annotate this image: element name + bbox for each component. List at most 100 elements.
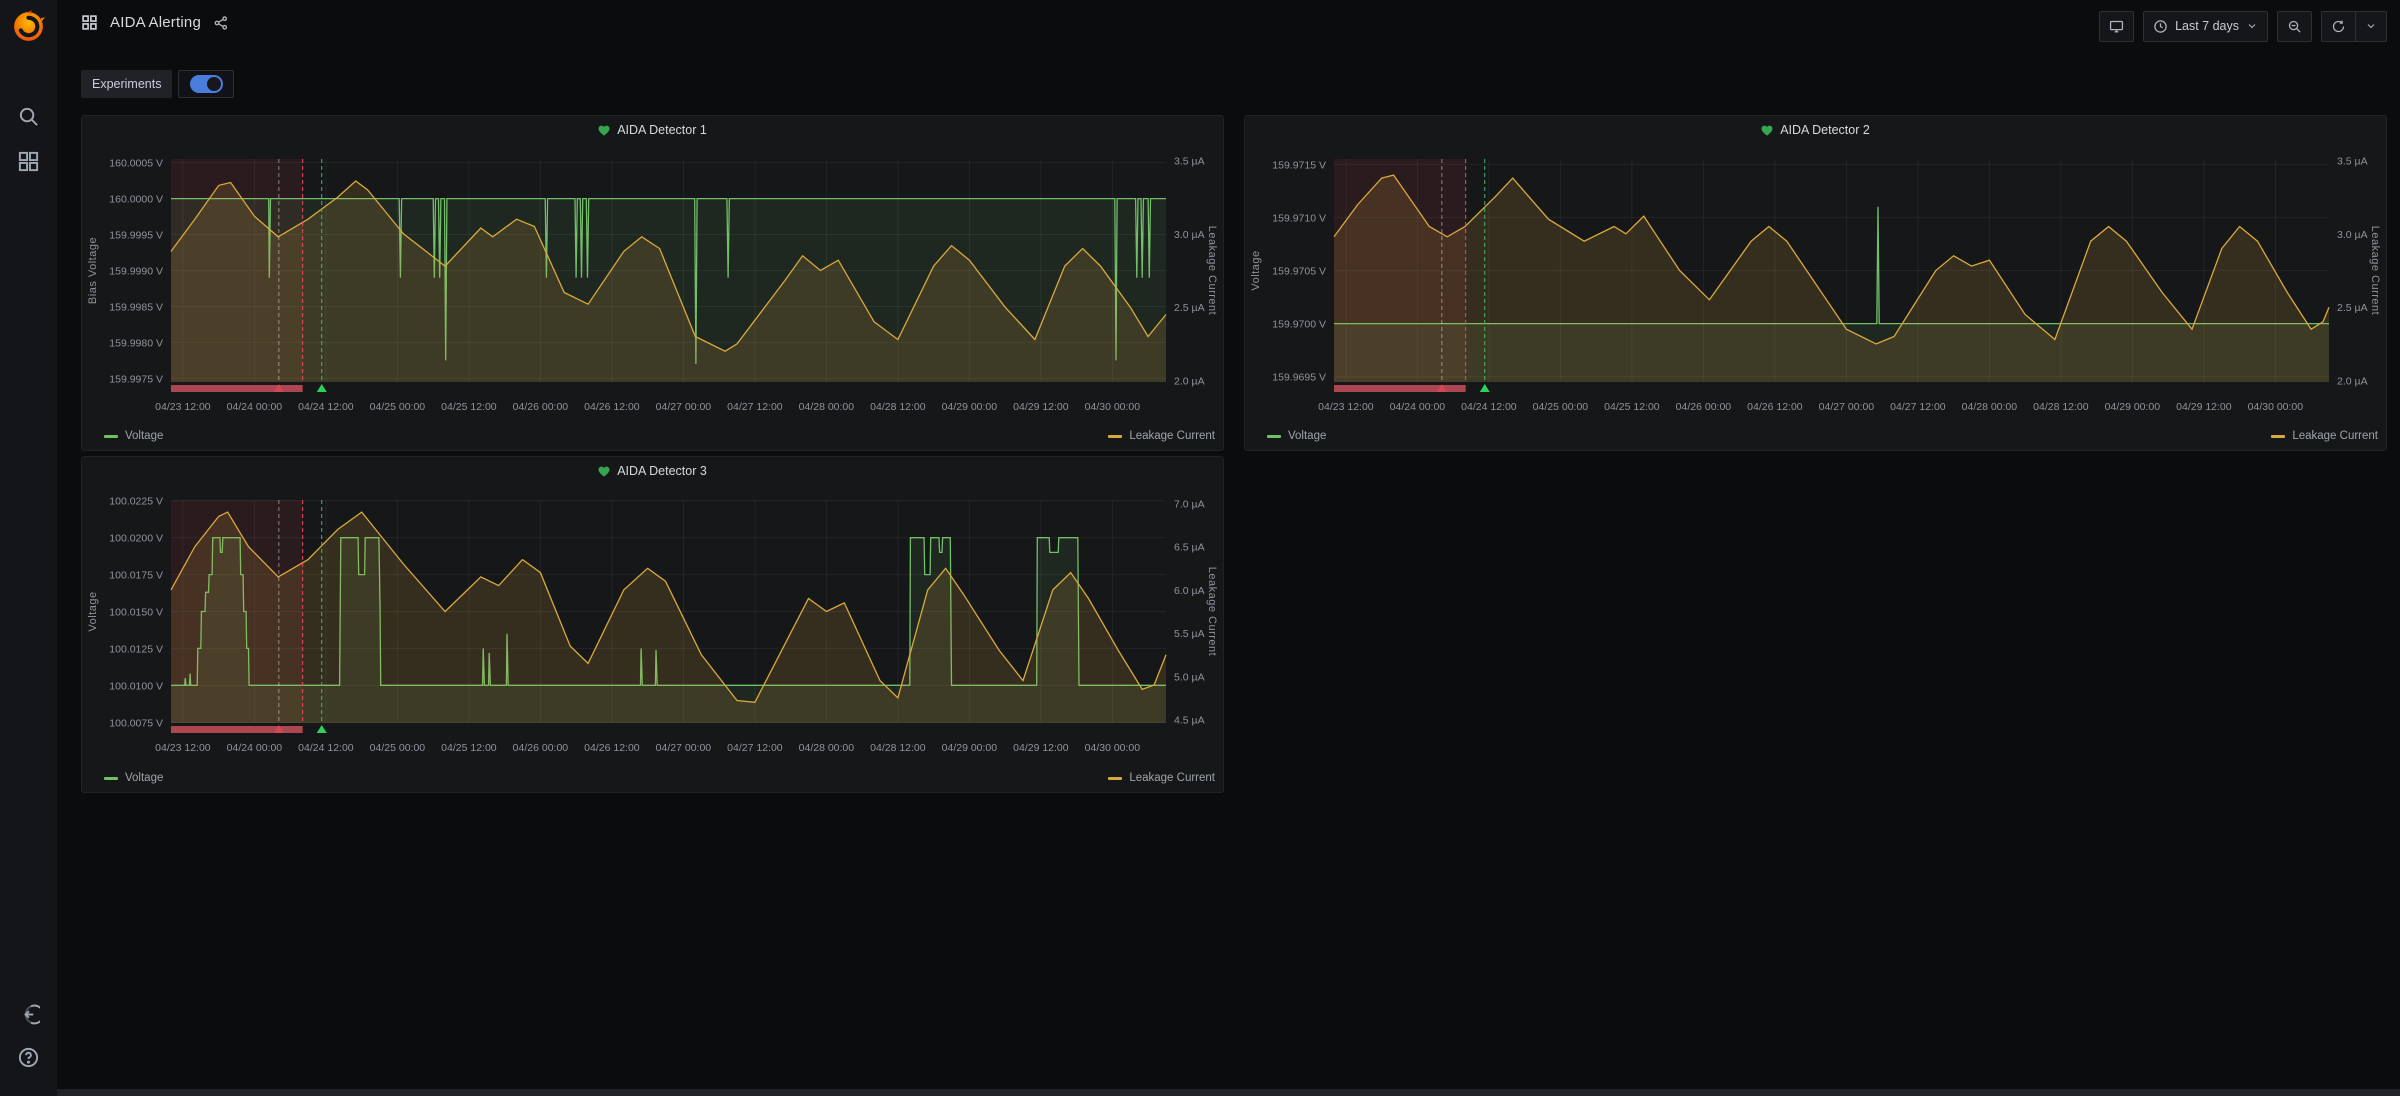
svg-text:04/28 00:00: 04/28 00:00 [799, 742, 855, 754]
svg-text:04/28 12:00: 04/28 12:00 [870, 742, 926, 754]
svg-text:159.9995 V: 159.9995 V [109, 230, 163, 242]
dashboard-header: AIDA Alerting Last 7 days [57, 0, 2400, 55]
legend-item-leakage[interactable]: Leakage Current [1108, 772, 1215, 784]
panel-title-bar[interactable]: AIDA Detector 3 [82, 457, 1223, 485]
time-series-plot[interactable]: 159.9715 V 159.9710 V 159.9705 V 159.9700 V… [1245, 144, 2386, 448]
sign-in-icon[interactable] [17, 1003, 40, 1026]
svg-text:04/26 12:00: 04/26 12:00 [1747, 401, 1803, 413]
chevron-down-icon [2248, 24, 2256, 29]
svg-text:04/29 00:00: 04/29 00:00 [942, 742, 998, 754]
svg-text:04/26 00:00: 04/26 00:00 [1676, 401, 1732, 413]
svg-text:3.0 µA: 3.0 µA [1174, 229, 1205, 241]
svg-text:2.5 µA: 2.5 µA [1174, 302, 1205, 314]
leakage-series-fill [171, 512, 1166, 723]
legend-label: Voltage [125, 772, 164, 784]
grafana-logo[interactable] [10, 8, 47, 45]
svg-text:04/28 12:00: 04/28 12:00 [870, 401, 926, 413]
svg-text:159.9990 V: 159.9990 V [109, 266, 163, 278]
time-series-plot[interactable]: 160.0005 V 160.0000 V 159.9995 V 159.9990 V… [82, 144, 1223, 448]
horizontal-scrollbar[interactable] [0, 1089, 2400, 1096]
legend-item-leakage[interactable]: Leakage Current [1108, 430, 1215, 442]
panel-title-bar[interactable]: AIDA Detector 2 [1245, 116, 2386, 144]
share-icon[interactable] [213, 15, 229, 31]
svg-text:04/28 12:00: 04/28 12:00 [2033, 401, 2089, 413]
svg-text:5.5 µA: 5.5 µA [1174, 628, 1205, 640]
toggle-knob [206, 77, 221, 91]
svg-text:159.9715 V: 159.9715 V [1272, 159, 1326, 171]
svg-text:3.5 µA: 3.5 µA [2337, 155, 2368, 167]
panel-aida-detector-2: AIDA Detector 2 159.9715 V 159.9710 V 159.9… [1244, 115, 2387, 451]
panel-title: AIDA Detector 2 [1780, 123, 1870, 137]
svg-text:04/23 12:00: 04/23 12:00 [1318, 401, 1374, 413]
svg-text:04/29 12:00: 04/29 12:00 [1013, 401, 1069, 413]
legend-item-voltage[interactable]: Voltage [1267, 430, 1326, 442]
legend-swatch [104, 434, 118, 438]
alert-ok-marker [1479, 384, 1490, 392]
svg-text:04/27 00:00: 04/27 00:00 [656, 401, 712, 413]
svg-text:04/29 12:00: 04/29 12:00 [1013, 742, 1069, 754]
legend-item-voltage[interactable]: Voltage [104, 772, 163, 784]
legend-swatch [1267, 434, 1281, 438]
alert-ok-heart-icon [598, 466, 610, 477]
dashboard-title[interactable]: AIDA Alerting [110, 14, 201, 31]
refresh-button-group [2321, 10, 2387, 42]
svg-text:160.0005 V: 160.0005 V [109, 158, 163, 170]
search-icon[interactable] [17, 105, 40, 128]
variable-label-experiments: Experiments [81, 70, 173, 98]
time-range-picker[interactable]: Last 7 days [2143, 10, 2268, 42]
svg-text:04/25 12:00: 04/25 12:00 [441, 742, 497, 754]
refresh-interval-picker[interactable] [2355, 11, 2386, 41]
svg-text:04/24 12:00: 04/24 12:00 [298, 742, 354, 754]
alert-ok-heart-icon [1761, 125, 1773, 136]
svg-text:3.5 µA: 3.5 µA [1174, 155, 1205, 167]
svg-text:04/24 00:00: 04/24 00:00 [1390, 401, 1446, 413]
svg-text:04/24 00:00: 04/24 00:00 [227, 401, 283, 413]
tv-mode-button[interactable] [2099, 10, 2135, 42]
sidebar [0, 0, 57, 1096]
svg-text:100.0200 V: 100.0200 V [109, 533, 163, 545]
svg-text:100.0100 V: 100.0100 V [109, 680, 163, 692]
experiments-toggle[interactable] [178, 70, 235, 98]
clock-icon [2154, 19, 2167, 33]
dashboard-variables: Experiments [81, 70, 235, 98]
svg-text:160.0000 V: 160.0000 V [109, 194, 163, 206]
right-axis-title: Leakage Current [1206, 226, 1218, 315]
toggle-track [189, 75, 223, 93]
svg-text:159.9975 V: 159.9975 V [109, 373, 163, 385]
svg-text:100.0150 V: 100.0150 V [109, 607, 163, 619]
svg-text:7.0 µA: 7.0 µA [1174, 498, 1205, 510]
panel-aida-detector-1: AIDA Detector 1 160.0005 V 160.0000 V 159.9… [81, 115, 1224, 451]
svg-text:04/25 12:00: 04/25 12:00 [1604, 401, 1660, 413]
legend-label: Voltage [125, 430, 164, 442]
svg-text:04/26 12:00: 04/26 12:00 [584, 742, 640, 754]
zoom-out-button[interactable] [2277, 10, 2312, 42]
legend-item-voltage[interactable]: Voltage [104, 430, 163, 442]
svg-text:6.5 µA: 6.5 µA [1174, 542, 1205, 554]
alert-ok-heart-icon [598, 125, 610, 136]
svg-text:159.9695 V: 159.9695 V [1272, 372, 1326, 384]
legend: Voltage Leakage Current [82, 430, 1223, 442]
refresh-button[interactable] [2322, 12, 2355, 41]
left-axis-title: Voltage [87, 591, 99, 631]
legend-label: Leakage Current [1129, 772, 1215, 784]
svg-text:04/28 00:00: 04/28 00:00 [799, 401, 855, 413]
svg-text:04/23 12:00: 04/23 12:00 [155, 401, 211, 413]
help-icon[interactable] [17, 1046, 40, 1069]
svg-text:04/24 12:00: 04/24 12:00 [1461, 401, 1517, 413]
panel-title-bar[interactable]: AIDA Detector 1 [82, 116, 1223, 144]
svg-text:04/25 00:00: 04/25 00:00 [370, 742, 426, 754]
svg-text:2.0 µA: 2.0 µA [2337, 376, 2368, 388]
svg-text:04/29 00:00: 04/29 00:00 [2105, 401, 2161, 413]
panel-title: AIDA Detector 3 [617, 464, 707, 478]
legend-item-leakage[interactable]: Leakage Current [2271, 430, 2378, 442]
time-series-plot[interactable]: 100.0225 V 100.0200 V 100.0175 V 100.0150 V… [82, 485, 1223, 790]
time-range-label: Last 7 days [2175, 19, 2239, 33]
svg-text:04/24 12:00: 04/24 12:00 [298, 401, 354, 413]
dashboards-icon[interactable] [17, 150, 40, 173]
alert-ok-marker [316, 384, 327, 392]
svg-text:04/27 00:00: 04/27 00:00 [1819, 401, 1875, 413]
svg-text:100.0075 V: 100.0075 V [109, 717, 163, 729]
svg-text:159.9705 V: 159.9705 V [1272, 266, 1326, 278]
right-axis-title: Leakage Current [2369, 226, 2381, 315]
legend: Voltage Leakage Current [1245, 430, 2386, 442]
